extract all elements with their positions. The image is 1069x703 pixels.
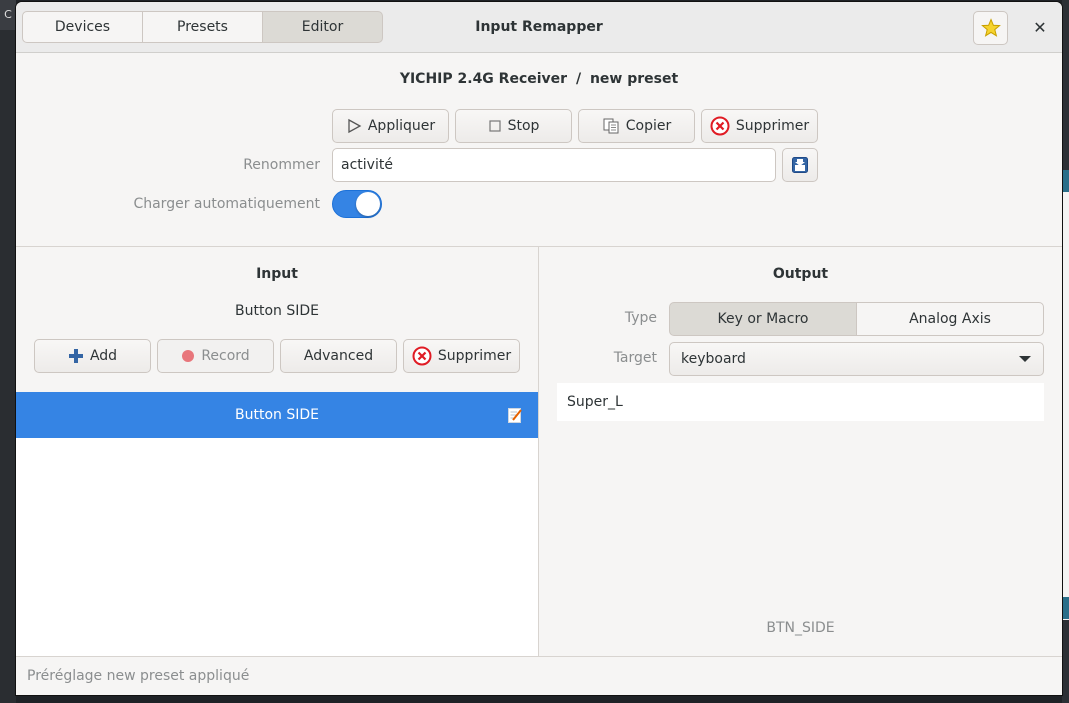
delete-mapping-button[interactable]: Supprimer (403, 339, 520, 373)
background-window-strip (1062, 597, 1069, 619)
advanced-button[interactable]: Advanced (280, 339, 397, 373)
advanced-button-label: Advanced (303, 348, 374, 364)
delete-icon (710, 116, 730, 136)
mapping-list: Button SIDE (16, 392, 538, 656)
rename-input[interactable]: activité (332, 148, 776, 182)
tab-editor[interactable]: Editor (262, 11, 383, 43)
type-analog-axis[interactable]: Analog Axis (856, 302, 1044, 336)
stop-button[interactable]: Stop (455, 109, 572, 143)
add-mapping-button[interactable]: Add (34, 339, 151, 373)
event-name: BTN_SIDE (766, 620, 835, 636)
pane-separator (538, 247, 539, 656)
plus-icon (68, 349, 83, 363)
record-icon (182, 350, 195, 362)
type-label: Type (624, 310, 657, 326)
output-heading: Output (772, 266, 829, 282)
add-button-label: Add (89, 348, 118, 364)
target-select[interactable]: keyboard (669, 342, 1044, 376)
play-icon (348, 118, 362, 134)
switch-knob (356, 192, 380, 216)
copy-button-label: Copier (625, 118, 672, 134)
stop-icon (488, 120, 501, 132)
copy-icon (603, 118, 619, 134)
type-key-or-macro[interactable]: Key or Macro (669, 302, 857, 336)
autoload-label: Charger automatiquement (133, 196, 320, 212)
star-icon (980, 18, 1001, 37)
apply-button[interactable]: Appliquer (332, 109, 449, 143)
output-type-switch: Key or Macro Analog Axis (669, 302, 1044, 336)
close-icon: ✕ (1033, 17, 1047, 37)
save-icon (792, 157, 808, 173)
delete-preset-label: Supprimer (735, 118, 810, 134)
input-remapper-window: Devices Presets Editor Input Remapper ✕ … (16, 2, 1062, 695)
background-window-edge (1062, 170, 1069, 620)
record-button[interactable]: Record (157, 339, 274, 373)
close-button[interactable]: ✕ (1024, 11, 1056, 43)
target-label: Target (613, 350, 657, 366)
output-editor[interactable]: Super_L (557, 383, 1044, 421)
preset-name: new preset (589, 71, 679, 87)
copy-button[interactable]: Copier (578, 109, 695, 143)
title-separator: / (575, 71, 582, 87)
status-message: Préréglage new preset appliqué (27, 668, 250, 684)
desktop-background-left (0, 0, 16, 703)
tab-presets[interactable]: Presets (142, 11, 263, 43)
preset-title: YICHIP 2.4G Receiver / new preset (16, 71, 1062, 87)
apply-button-label: Appliquer (367, 118, 436, 134)
view-switcher: Devices Presets Editor (22, 11, 383, 43)
dropdown-arrow-icon (1019, 356, 1031, 362)
preset-editor-header: YICHIP 2.4G Receiver / new preset Appliq… (16, 53, 1062, 247)
save-name-button[interactable] (782, 148, 818, 182)
stop-button-label: Stop (507, 118, 540, 134)
input-heading: Input (256, 266, 298, 282)
status-bar: Préréglage new preset appliqué (16, 656, 1062, 695)
background-window-strip (1062, 170, 1069, 192)
autoload-switch[interactable] (332, 190, 382, 218)
target-value: keyboard (681, 351, 746, 367)
edit-icon[interactable] (508, 407, 522, 423)
about-button[interactable] (973, 11, 1008, 45)
mapping-row-label: Button SIDE (235, 407, 319, 423)
delete-preset-button[interactable]: Supprimer (701, 109, 818, 143)
mapping-row[interactable]: Button SIDE (16, 392, 538, 438)
tab-devices[interactable]: Devices (22, 11, 143, 43)
delete-icon (412, 346, 432, 366)
selected-input-name: Button SIDE (235, 303, 319, 319)
rename-label: Renommer (243, 157, 320, 173)
delete-mapping-label: Supprimer (437, 348, 512, 364)
device-name: YICHIP 2.4G Receiver (399, 71, 568, 87)
record-button-label: Record (201, 348, 250, 364)
header-bar: Devices Presets Editor Input Remapper ✕ (16, 2, 1062, 53)
horizontal-separator (16, 246, 1062, 247)
desktop-left-tab: C (0, 0, 16, 30)
